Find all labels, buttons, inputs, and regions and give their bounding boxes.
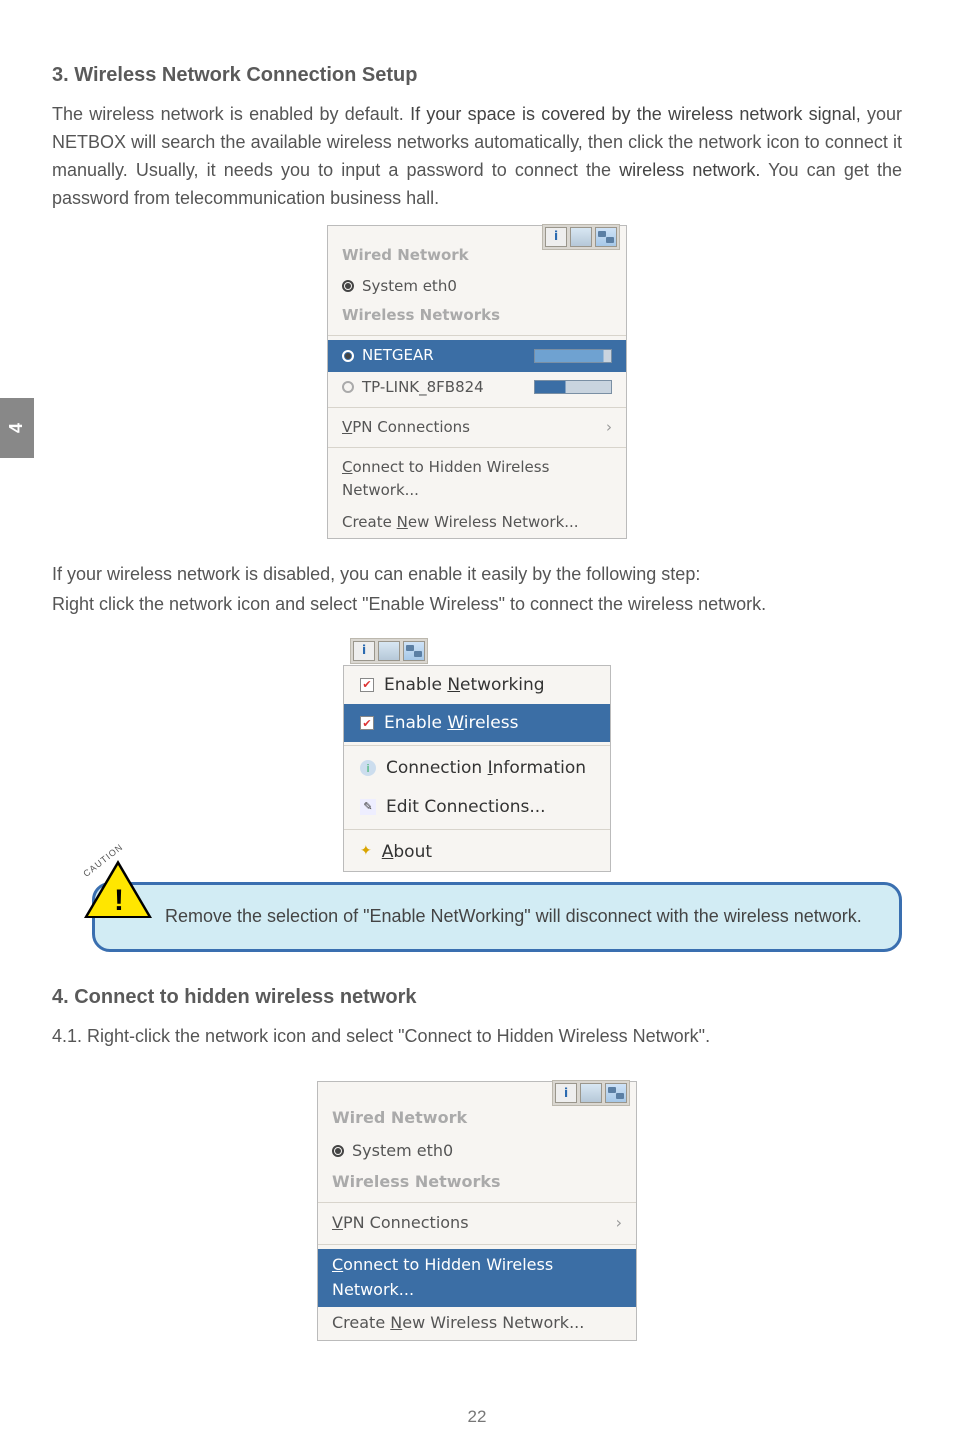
edit-icon: ✎ [360, 799, 376, 815]
separator [328, 407, 626, 408]
system-tray: i [552, 1080, 630, 1106]
vpn-connections-item[interactable]: VPN Connections › [318, 1207, 636, 1240]
display-tray-icon [570, 227, 592, 247]
connection-information-item[interactable]: i Connection Information [344, 749, 610, 787]
radio-on-icon [342, 350, 354, 362]
radio-on-icon [332, 1145, 344, 1157]
create-new-wireless-item[interactable]: Create New Wireless Network... [328, 507, 626, 538]
system-tray: i [350, 638, 428, 664]
system-eth0-label: System eth0 [352, 1139, 453, 1164]
enable-networking-item[interactable]: Enable Networking [344, 666, 610, 704]
section3-paragraph-2: If your wireless network is disabled, yo… [52, 561, 902, 589]
section3-paragraph-3: Right click the network icon and select … [52, 591, 902, 619]
separator [318, 1202, 636, 1203]
network-tray-icon[interactable] [403, 641, 425, 661]
nm-applet-menu: i Wired Network System eth0 Wireless Net… [327, 225, 627, 539]
chevron-right-icon: › [616, 1211, 622, 1236]
vpn-connections-item[interactable]: VPN Connections › [328, 412, 626, 443]
network-tray-icon[interactable] [595, 227, 617, 247]
section4-title: 4. Connect to hidden wireless network [52, 982, 902, 1013]
connect-hidden-item[interactable]: Connect to Hidden Wireless Network... [328, 452, 626, 507]
section3-paragraph-1: The wireless network is enabled by defau… [52, 101, 902, 213]
nm-context-menu: i Enable Networking Enable Wireless i Co… [343, 665, 611, 873]
figure-nm-popup-1: i Wired Network System eth0 Wireless Net… [52, 225, 902, 539]
about-item[interactable]: ✦ About [344, 833, 610, 871]
chevron-right-icon: › [606, 416, 612, 439]
edit-connections-item[interactable]: ✎ Edit Connections... [344, 788, 610, 826]
system-eth0-item[interactable]: System eth0 [328, 271, 626, 302]
separator [328, 335, 626, 336]
info-icon: i [360, 760, 376, 776]
star-icon: ✦ [360, 841, 372, 863]
display-tray-icon [378, 641, 400, 661]
page-number: 22 [0, 1404, 954, 1430]
info-tray-icon: i [555, 1083, 577, 1103]
enable-wireless-item[interactable]: Enable Wireless [344, 704, 610, 742]
wifi-tplink-item[interactable]: TP-LINK_8FB824 [328, 372, 626, 403]
separator [344, 745, 610, 746]
connect-hidden-item[interactable]: Connect to Hidden Wireless Network... [318, 1249, 636, 1307]
wifi-tplink-label: TP-LINK_8FB824 [362, 376, 484, 399]
caution-sign-icon: ! CAUTION [84, 860, 154, 922]
separator [344, 829, 610, 830]
checkbox-checked-icon [360, 716, 374, 730]
system-tray: i [542, 224, 620, 250]
info-tray-icon: i [545, 227, 567, 247]
separator [328, 447, 626, 448]
display-tray-icon [580, 1083, 602, 1103]
wifi-netgear-label: NETGEAR [362, 344, 434, 367]
signal-strength-icon [534, 380, 612, 394]
system-eth0-item[interactable]: System eth0 [318, 1135, 636, 1168]
figure-nm-popup-2: i Enable Networking Enable Wireless i Co… [52, 637, 902, 873]
radio-on-icon [342, 280, 354, 292]
system-eth0-label: System eth0 [362, 275, 457, 298]
create-new-wireless-item[interactable]: Create New Wireless Network... [318, 1307, 636, 1340]
wireless-networks-header: Wireless Networks [318, 1168, 636, 1199]
nm-applet-menu: i Wired Network System eth0 Wireless Net… [317, 1081, 637, 1341]
chapter-side-tab: 4 [0, 398, 34, 458]
figure-nm-popup-3: i Wired Network System eth0 Wireless Net… [52, 1081, 902, 1341]
signal-strength-icon [534, 349, 612, 363]
network-tray-icon[interactable] [605, 1083, 627, 1103]
caution-text: Remove the selection of "Enable NetWorki… [92, 882, 902, 952]
section4-paragraph-1: 4.1. Right-click the network icon and se… [52, 1023, 902, 1051]
checkbox-checked-icon [360, 678, 374, 692]
info-tray-icon: i [353, 641, 375, 661]
caution-callout: ! CAUTION Remove the selection of "Enabl… [92, 882, 902, 952]
section3-title: 3. Wireless Network Connection Setup [52, 60, 902, 91]
radio-off-icon [342, 381, 354, 393]
wifi-netgear-item[interactable]: NETGEAR [328, 340, 626, 371]
wireless-networks-header: Wireless Networks [328, 302, 626, 331]
separator [318, 1244, 636, 1245]
